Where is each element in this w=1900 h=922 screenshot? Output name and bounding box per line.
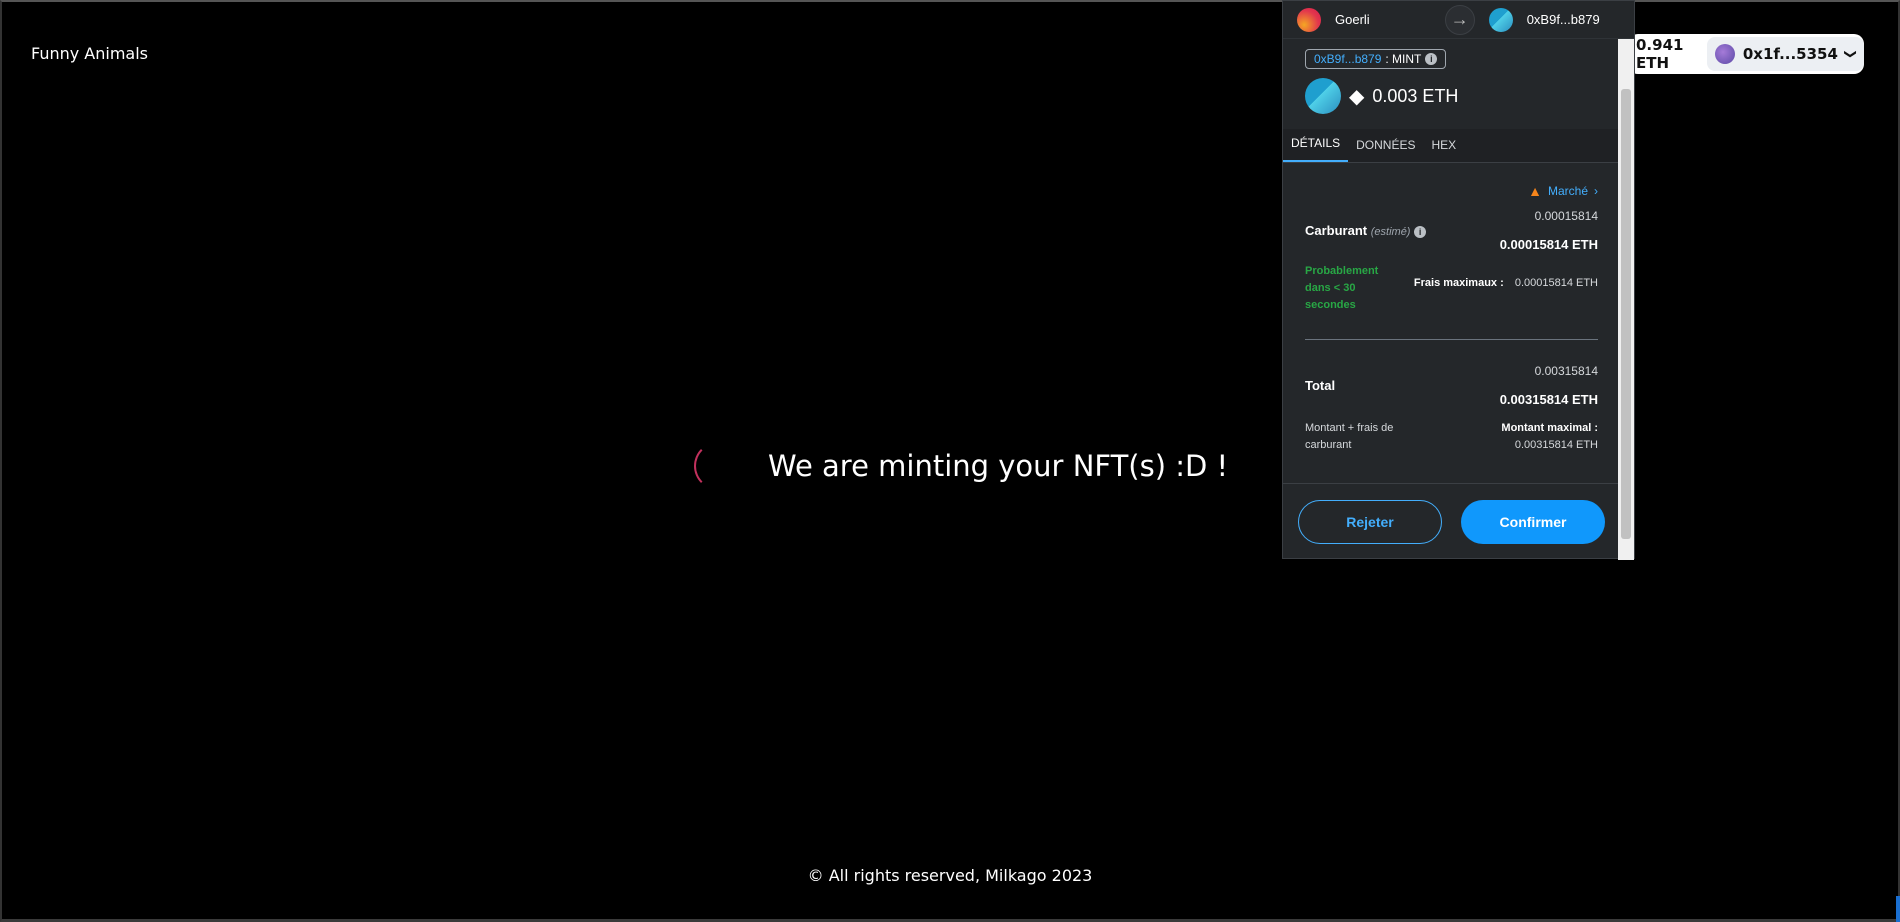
details-panel: ▲ Marché › 0.00015814 Carburant (estimé)… xyxy=(1283,163,1620,484)
action-bar: Rejeter Confirmer xyxy=(1283,483,1620,560)
market-link[interactable]: ▲ Marché › xyxy=(1305,163,1598,199)
gas-secondary-value: 0.00015814 xyxy=(1534,209,1598,223)
total-label: Total xyxy=(1305,378,1336,393)
account-address: 0x1f...5354 xyxy=(1742,45,1838,63)
eth-icon: ◆ xyxy=(1349,85,1365,108)
corner-indicator xyxy=(1896,896,1900,922)
scrollbar-thumb[interactable] xyxy=(1621,89,1631,539)
minting-status: We are minting your NFT(s) :D ! xyxy=(694,442,1228,490)
tab-bar: DÉTAILS DONNÉES HEX xyxy=(1283,129,1620,163)
total-max: Montant maximal : 0.00315814 ETH xyxy=(1501,420,1598,454)
confirm-button[interactable]: Confirmer xyxy=(1461,500,1605,544)
network-row: Goerli → 0xB9f...b879 xyxy=(1283,1,1634,39)
brand-title[interactable]: Funny Animals xyxy=(31,44,148,63)
market-label: Marché xyxy=(1547,184,1588,198)
minting-message: We are minting your NFT(s) :D ! xyxy=(768,449,1229,483)
tab-data[interactable]: DONNÉES xyxy=(1348,138,1423,162)
popup-scrollbar[interactable] xyxy=(1618,39,1634,560)
amount-row: ◆ 0.003 ETH xyxy=(1283,69,1634,117)
wallet-balance: 0.941 ETH xyxy=(1636,36,1684,72)
max-fee: Frais maximaux : 0.00015814 ETH xyxy=(1414,277,1598,289)
arrow-right-icon: → xyxy=(1444,4,1475,35)
recipient-address[interactable]: 0xB9f...b879 xyxy=(1527,12,1600,27)
chevron-right-icon: › xyxy=(1594,184,1598,198)
total-max-label: Montant maximal : xyxy=(1501,422,1598,434)
contract-method: : MINT xyxy=(1385,52,1422,66)
tab-details[interactable]: DÉTAILS xyxy=(1283,136,1349,162)
info-icon[interactable]: i xyxy=(1414,226,1427,238)
gas-primary-value: 0.00015814 ETH xyxy=(1499,237,1598,252)
account-avatar xyxy=(1305,78,1341,114)
total-secondary-value: 0.00315814 xyxy=(1534,364,1598,378)
gas-label-text: Carburant xyxy=(1305,223,1368,238)
amount-value: 0.003 ETH xyxy=(1372,85,1459,106)
gas-fee-section: 0.00015814 Carburant (estimé) i 0.000158… xyxy=(1305,209,1598,339)
account-chip[interactable]: 0x1f...5354 ❯ xyxy=(1706,37,1864,71)
network-name: Goerli xyxy=(1335,12,1370,27)
gas-timing: Probablement dans < 30 secondes xyxy=(1305,265,1379,311)
total-description: Montant + frais de carburant xyxy=(1305,422,1394,451)
divider xyxy=(1305,339,1598,340)
total-primary-value: 0.00315814 ETH xyxy=(1499,392,1598,407)
recipient-avatar xyxy=(1488,7,1513,32)
contract-address[interactable]: 0xB9f...b879 xyxy=(1314,52,1381,66)
network-icon xyxy=(1297,7,1321,32)
contract-method-badge[interactable]: 0xB9f...b879 : MINT i xyxy=(1305,49,1447,69)
max-fee-value: 0.00015814 ETH xyxy=(1514,277,1598,289)
account-avatar xyxy=(1714,44,1735,64)
reject-button[interactable]: Rejeter xyxy=(1298,500,1442,544)
wallet-confirm-popup: Goerli → 0xB9f...b879 0xB9f...b879 : MIN… xyxy=(1282,0,1635,560)
tab-hex[interactable]: HEX xyxy=(1423,138,1464,162)
chevron-down-icon: ❯ xyxy=(1843,48,1858,60)
footer-copyright: © All rights reserved, Milkago 2023 xyxy=(807,866,1093,885)
loading-spinner-icon xyxy=(694,442,742,490)
max-fee-label: Frais maximaux : xyxy=(1413,277,1504,289)
total-max-value: 0.00315814 ETH xyxy=(1514,439,1598,451)
fox-icon: ▲ xyxy=(1528,183,1542,199)
gas-label: Carburant (estimé) i xyxy=(1305,223,1427,238)
total-section: 0.00315814 Total 0.00315814 ETH Montant … xyxy=(1305,364,1598,484)
wallet-connect-button[interactable]: 0.941 ETH 0x1f...5354 ❯ xyxy=(1628,34,1864,74)
gas-hint: (estimé) xyxy=(1370,226,1411,238)
info-icon[interactable]: i xyxy=(1425,53,1438,65)
